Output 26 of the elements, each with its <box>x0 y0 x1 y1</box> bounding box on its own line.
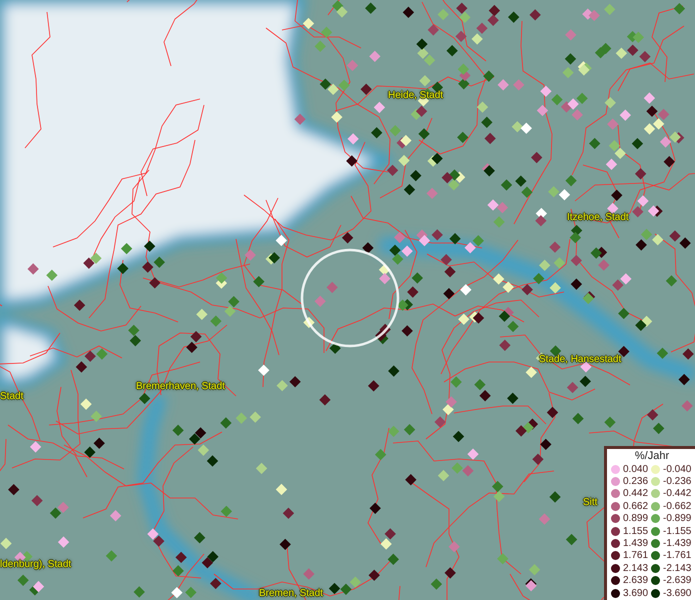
place-label: Sitt <box>583 497 598 509</box>
legend-value: 2.143 <box>623 562 648 574</box>
legend-value: 0.899 <box>623 513 648 524</box>
legend-value: -0.236 <box>663 476 692 488</box>
legend-value: -1.439 <box>663 538 692 550</box>
legend-value: -1.761 <box>663 550 692 562</box>
legend-value: -0.442 <box>663 488 692 500</box>
legend-value: -2.143 <box>663 562 692 574</box>
legend-value: 2.639 <box>623 575 648 586</box>
legend-value: 0.442 <box>623 488 648 500</box>
legend-value: 0.236 <box>623 476 648 488</box>
legend-title: %/Jahr <box>634 450 670 463</box>
legend-value: 0.040 <box>623 464 648 475</box>
legend-value: -0.899 <box>663 513 692 524</box>
legend-value: -0.040 <box>663 464 692 475</box>
legend-value: 1.439 <box>623 538 648 550</box>
legend-value: 1.761 <box>623 550 648 562</box>
legend-value: -2.639 <box>663 575 692 586</box>
legend-value: -3.690 <box>663 588 692 599</box>
legend-value: -1.155 <box>663 526 692 537</box>
place-label: Stade, Hansestadt <box>539 354 622 366</box>
place-label: ldenburg), Stadt <box>0 559 72 571</box>
legend-value: 1.155 <box>623 526 648 537</box>
legend-value: 3.690 <box>623 588 648 599</box>
legend-value: -0.662 <box>663 500 692 512</box>
legend-value: 0.662 <box>623 500 648 512</box>
